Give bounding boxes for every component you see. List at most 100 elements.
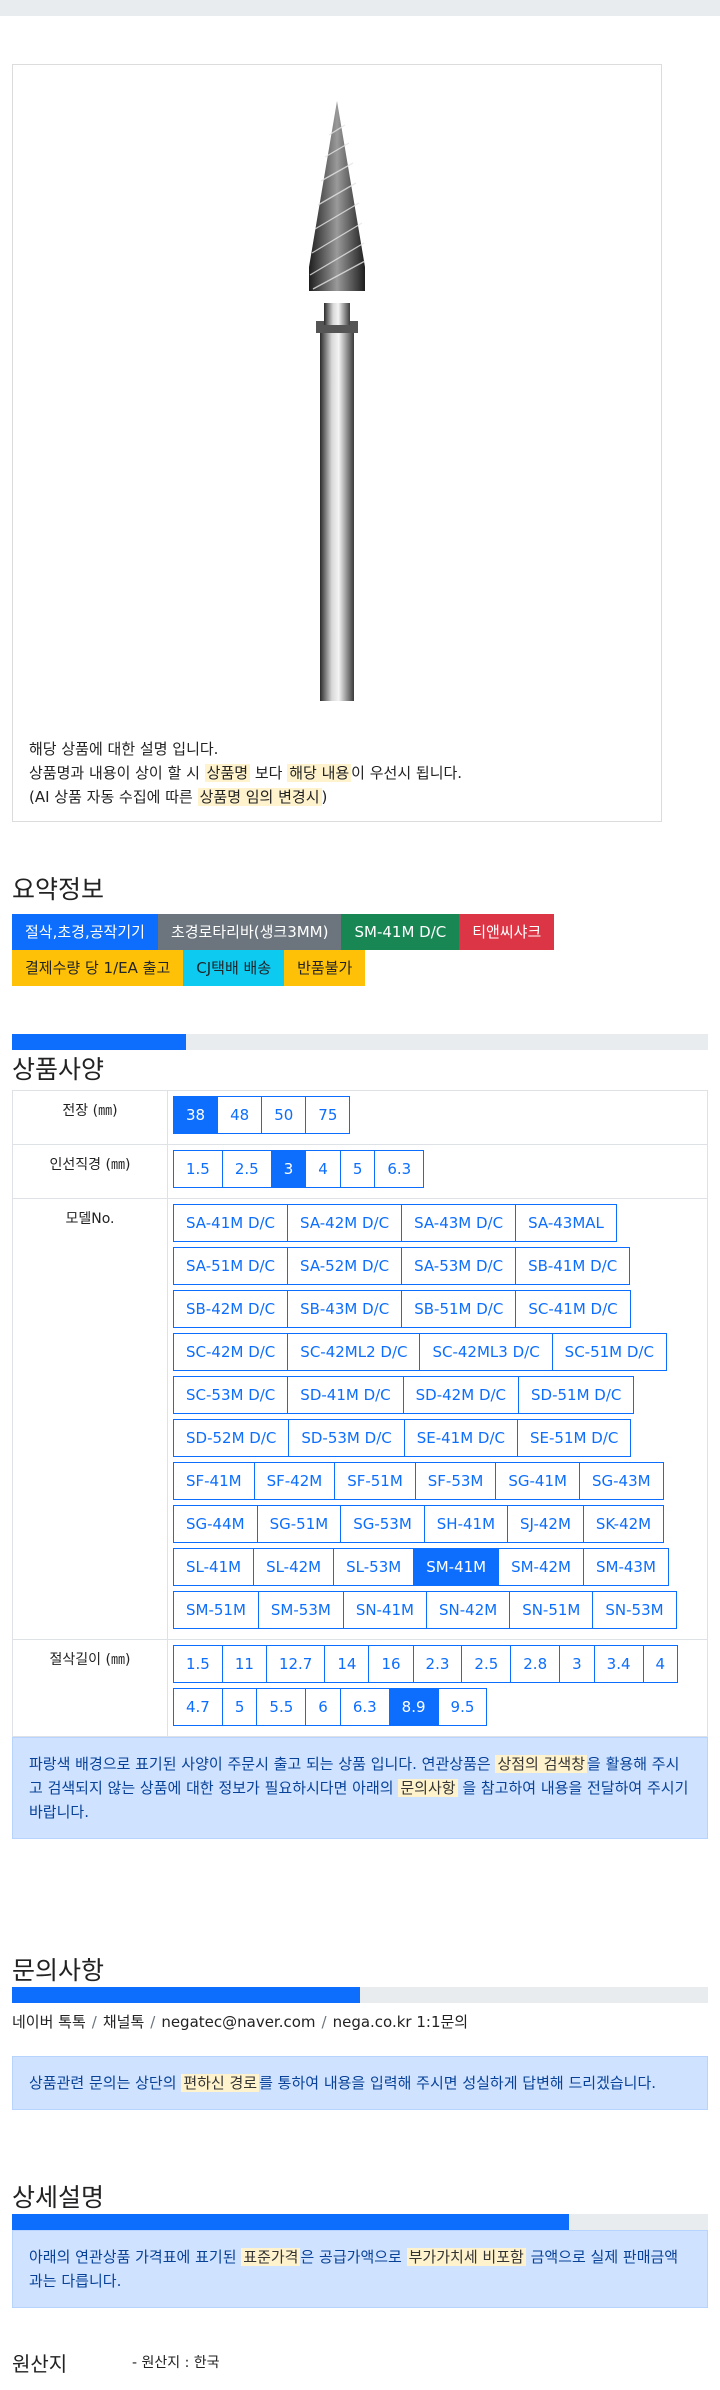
spec-option-button[interactable]: 4 (642, 1645, 679, 1683)
desc-text: ) (321, 788, 328, 806)
option-group: SA-41M D/C SA-42M D/C SA-43M D/C SA-43MAL SA… (173, 1204, 707, 1634)
spec-option-button[interactable]: SF-53M (414, 1462, 497, 1500)
inquiry-link[interactable]: 채널톡 (103, 2013, 144, 2031)
spec-option-button[interactable]: 3.4 (593, 1645, 644, 1683)
spec-option-button[interactable]: 4.7 (173, 1688, 223, 1726)
spec-option-button[interactable]: SC-42M D/C (173, 1333, 289, 1371)
spec-option-button[interactable]: 6 (305, 1688, 341, 1726)
spec-option-button[interactable]: 4 (305, 1150, 341, 1188)
spec-option-button[interactable]: SF-51M (334, 1462, 416, 1500)
spec-option-button[interactable]: 38 (173, 1096, 219, 1134)
spec-option-button[interactable]: 3 (559, 1645, 595, 1683)
spec-option-button[interactable]: SA-53M D/C (401, 1247, 517, 1285)
spec-option-button[interactable]: SL-42M (253, 1548, 335, 1586)
spec-option-button[interactable]: SN-51M (509, 1591, 594, 1629)
spec-option-button[interactable]: 5 (339, 1150, 376, 1188)
spec-option-button[interactable]: 2.5 (461, 1645, 512, 1683)
summary-tag: 결제수량 당 1/EA 출고 (12, 950, 184, 986)
spec-option-button[interactable]: SN-42M (426, 1591, 511, 1629)
spec-option-button[interactable]: SB-42M D/C (173, 1290, 289, 1328)
summary-tag: 반품불가 (284, 950, 366, 986)
spec-option-button[interactable]: SM-43M (583, 1548, 669, 1586)
spec-option-button[interactable]: SA-41M D/C (173, 1204, 289, 1242)
spec-option-button[interactable]: SG-43M (578, 1462, 664, 1500)
spec-option-button[interactable]: 2.3 (412, 1645, 463, 1683)
spec-option-button[interactable]: SG-41M (495, 1462, 580, 1500)
spec-option-button[interactable]: 5.5 (256, 1688, 307, 1726)
spec-option-button[interactable]: 1.5 (173, 1645, 223, 1683)
spec-option-button[interactable]: SD-41M D/C (287, 1376, 404, 1414)
spec-option-button[interactable]: SL-53M (333, 1548, 415, 1586)
inquiry-link[interactable]: 네이버 톡톡 (12, 2013, 86, 2031)
spec-option-button[interactable]: 6.3 (339, 1688, 390, 1726)
spec-option-button[interactable]: SG-44M (173, 1505, 258, 1543)
spec-option-button[interactable]: SH-41M (423, 1505, 509, 1543)
link-separator: / (150, 2013, 156, 2031)
spec-option-button[interactable]: SA-42M D/C (287, 1204, 403, 1242)
spec-label: 전장 (㎜) (12, 1090, 168, 1145)
spec-option-button[interactable]: SD-53M D/C (288, 1419, 405, 1457)
spec-option-button[interactable]: 11 (221, 1645, 267, 1683)
spec-option-button[interactable]: SN-41M (342, 1591, 427, 1629)
spec-option-button[interactable]: 75 (305, 1096, 351, 1134)
spec-option-button[interactable]: SC-42ML3 D/C (419, 1333, 553, 1371)
spec-option-button[interactable]: SM-53M (257, 1591, 344, 1629)
summary-tag: CJ택배 배송 (183, 950, 285, 986)
spec-option-button[interactable]: 12.7 (265, 1645, 326, 1683)
spec-option-button[interactable]: SJ-42M (507, 1505, 584, 1543)
spec-option-button[interactable]: 3 (270, 1150, 307, 1188)
spec-table: 전장 (㎜) 38 48 50 75 인선직경 (㎜) 1.5 2.5 3 4 5 6.3 모델No. S… (12, 1090, 708, 1737)
spec-option-button[interactable]: SA-43M D/C (401, 1204, 517, 1242)
spec-option-button[interactable]: SG-53M (340, 1505, 425, 1543)
spec-option-button[interactable]: 9.5 (437, 1688, 488, 1726)
inquiry-link[interactable]: nega.co.kr 1:1문의 (333, 2013, 469, 2031)
spec-option-button[interactable]: SC-41M D/C (515, 1290, 631, 1328)
spec-option-button[interactable]: 1.5 (173, 1150, 223, 1188)
spec-option-button[interactable]: SC-51M D/C (551, 1333, 667, 1371)
highlight: 문의사항 (398, 1779, 458, 1797)
spec-option-button[interactable]: SF-42M (253, 1462, 336, 1500)
spec-option-button[interactable]: SM-51M (173, 1591, 259, 1629)
spec-notice: 파랑색 배경으로 표기된 사양이 주문시 출고 되는 상품 입니다. 연관상품은… (12, 1737, 708, 1839)
spec-option-button[interactable]: SD-42M D/C (402, 1376, 520, 1414)
spec-option-button[interactable]: SB-43M D/C (287, 1290, 403, 1328)
spec-option-button[interactable]: SC-42ML2 D/C (287, 1333, 421, 1371)
spec-option-button[interactable]: SA-52M D/C (287, 1247, 403, 1285)
highlight: 상품명 (204, 764, 251, 782)
spec-option-button[interactable]: SG-51M (256, 1505, 342, 1543)
spec-option-button[interactable]: 2.5 (221, 1150, 272, 1188)
spec-option-button[interactable]: SB-41M D/C (515, 1247, 631, 1285)
spec-option-button[interactable]: 2.8 (510, 1645, 561, 1683)
spec-option-button[interactable]: 6.3 (374, 1150, 425, 1188)
spec-options: 1.5 2.5 3 4 5 6.3 (167, 1144, 708, 1199)
spec-option-button[interactable]: 48 (217, 1096, 263, 1134)
spec-option-button[interactable]: 8.9 (388, 1688, 439, 1726)
spec-option-button[interactable]: SE-51M D/C (517, 1419, 632, 1457)
spec-option-button[interactable]: SM-41M (413, 1548, 500, 1586)
desc-line-1: 해당 상품에 대한 설명 입니다. (29, 740, 219, 758)
spec-option-button[interactable]: SN-53M (592, 1591, 677, 1629)
spec-option-button[interactable]: SL-41M (173, 1548, 255, 1586)
spec-option-button[interactable]: SB-51M D/C (401, 1290, 517, 1328)
spec-option-button[interactable]: SA-43MAL (515, 1204, 617, 1242)
spec-option-button[interactable]: 50 (261, 1096, 307, 1134)
summary-tags: 절삭,초경,공작기기 초경로타리바(생크3MM) SM-41M D/C 티앤씨샤크 결제… (12, 914, 612, 986)
spec-label: 인선직경 (㎜) (12, 1144, 168, 1199)
spec-option-button[interactable]: SD-51M D/C (518, 1376, 635, 1414)
spec-label: 절삭길이 (㎜) (12, 1639, 168, 1737)
highlight: 상점의 검색창 (495, 1755, 588, 1773)
spec-option-button[interactable]: 5 (221, 1688, 258, 1726)
summary-title: 요약정보 (12, 875, 105, 904)
spec-option-button[interactable]: 14 (324, 1645, 370, 1683)
inquiry-link[interactable]: negatec@naver.com (161, 2013, 315, 2031)
spec-option-button[interactable]: SD-52M D/C (173, 1419, 290, 1457)
spec-option-button[interactable]: SC-53M D/C (173, 1376, 289, 1414)
spec-option-button[interactable]: SA-51M D/C (173, 1247, 289, 1285)
spec-option-button[interactable]: SK-42M (582, 1505, 665, 1543)
desc-line-2: 상품명과 내용이 상이 할 시 상품명 보다 해당 내용 이 우선시 됩니다. (29, 761, 462, 785)
spec-option-button[interactable]: SE-41M D/C (403, 1419, 519, 1457)
spec-option-button[interactable]: 16 (368, 1645, 414, 1683)
spec-progress-fill (12, 1034, 186, 1050)
spec-option-button[interactable]: SF-41M (173, 1462, 255, 1500)
spec-option-button[interactable]: SM-42M (498, 1548, 584, 1586)
